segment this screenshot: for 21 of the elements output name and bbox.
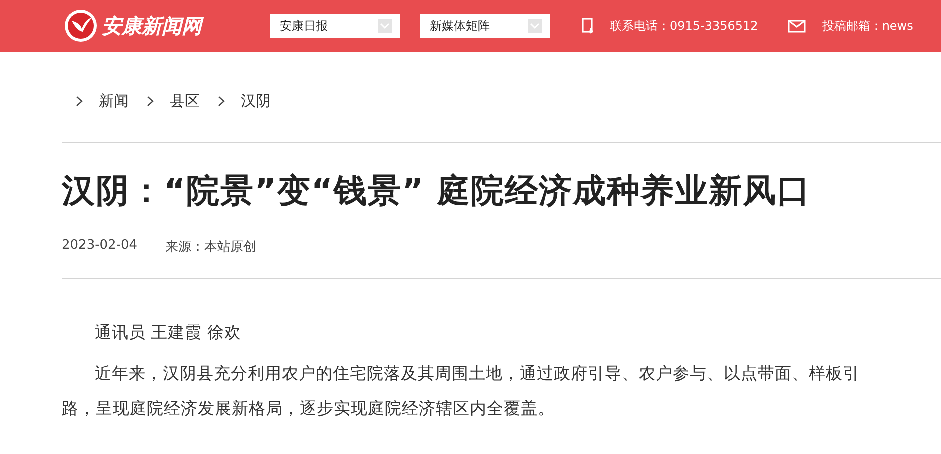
phone-number: 联系电话：0915-3356512 [610,18,758,34]
logo-text[interactable]: 安康新闻网 [102,12,202,40]
logo-icon [64,9,98,43]
breadcrumb-link[interactable]: 县区 [170,92,200,110]
article-paragraph: 通讯员 王建霞 徐欢 [94,322,242,344]
breadcrumb-link[interactable]: 新闻 [99,92,129,110]
article-title: 汉阴：“院景”变“钱景” 庭院经济成种养业新风口 [62,170,812,212]
dropdown-select[interactable]: 新媒体矩阵 [420,14,550,38]
chevron-icon [218,96,225,106]
mail-icon [788,20,806,32]
article-source: 来源：本站原创 [166,239,257,257]
dropdown-icon [528,19,542,33]
dropdown-select[interactable]: 安康日报 [270,14,400,38]
breadcrumb-link[interactable]: 汉阴 [241,92,271,110]
article-paragraph: 近年来，汉阴县充分利用农户的住宅院落及其周围土地，通过政府引导、农户参与、以点带面、样板引路，呈现庭院经济发展新格局，逐步实现庭院经济辖区内全覆盖。 [62,363,861,420]
chevron-icon [147,96,154,106]
publish-date: 2023-02-04 [62,238,138,255]
dropdown-icon [378,19,392,33]
chevron-icon [76,96,83,106]
phone-icon [582,18,594,34]
contact-email: 投稿邮箱：news [822,18,914,34]
